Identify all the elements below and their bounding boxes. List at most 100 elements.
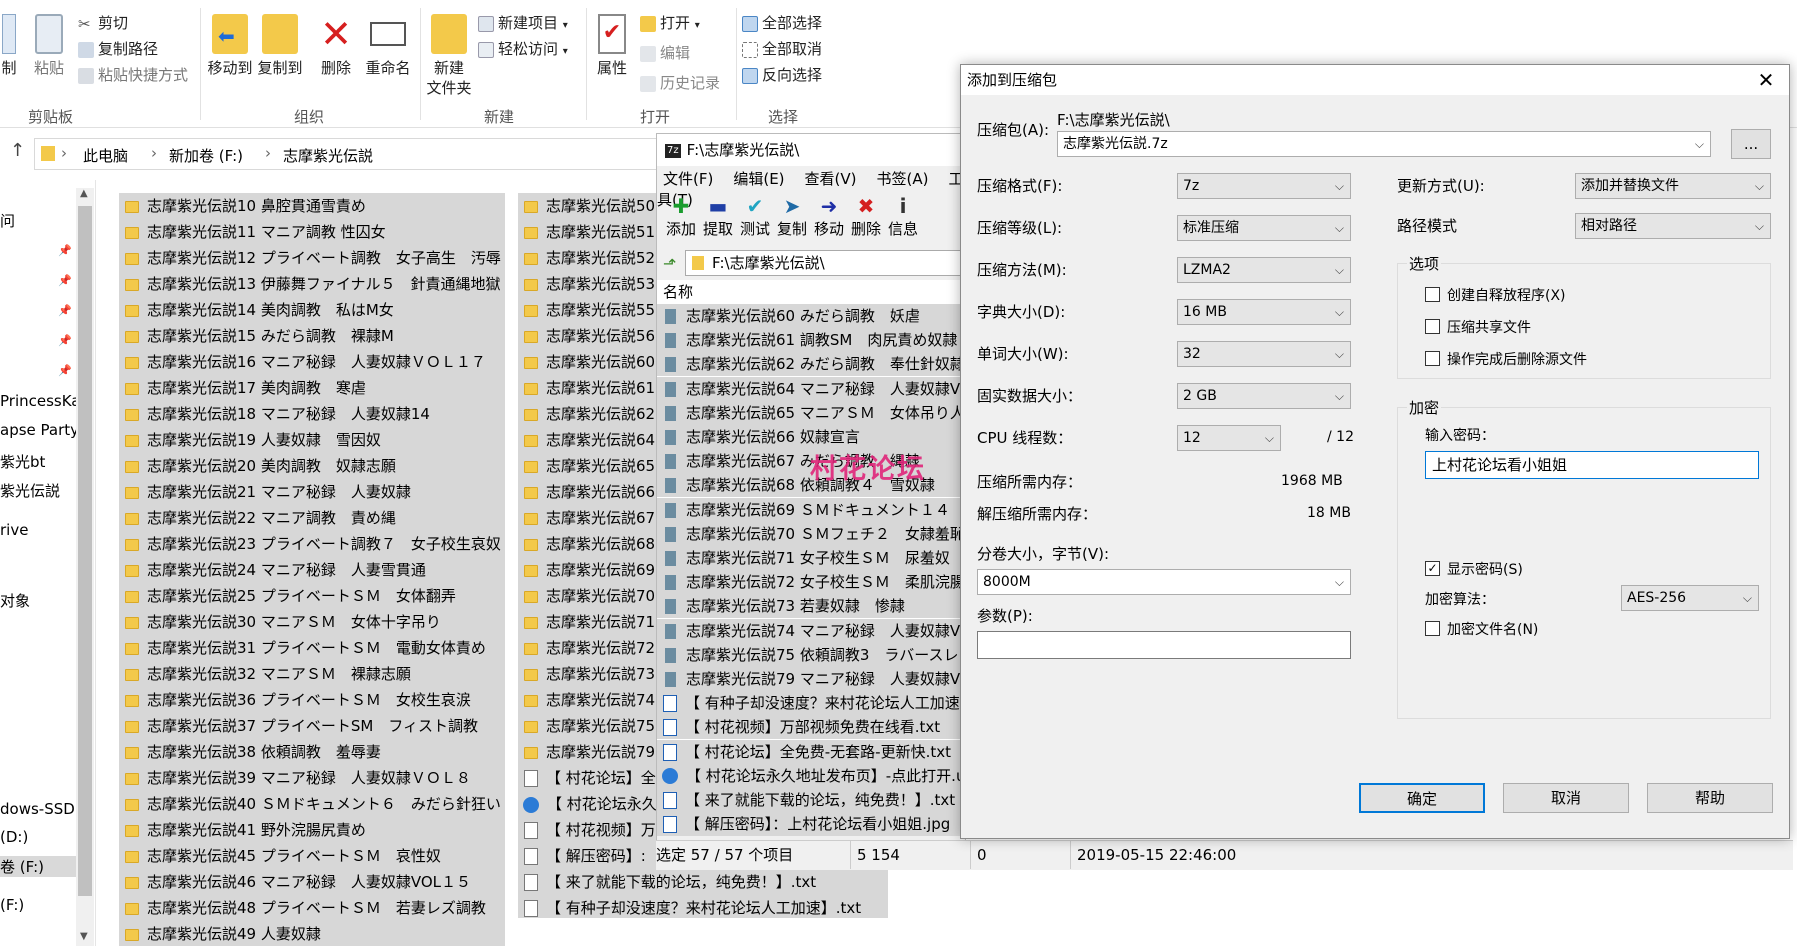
copy-path-button[interactable]: 复制路径 [78,36,158,62]
scroll-down-icon[interactable]: ▼ [80,931,88,942]
toolbar-button-4[interactable]: ➤ 复制 [772,194,812,239]
table-row[interactable]: 志摩紫光伝説60 みだら調教 妖虐 [657,304,965,328]
table-row[interactable]: 志摩紫光伝説73 若妻奴隷 惨隷 [657,594,965,619]
easy-access-button[interactable]: 轻松访问 ▾ [478,36,568,62]
list-item[interactable]: 志摩紫光伝説23 プライベート調教７ 女子校生哀奴 [119,531,505,557]
cut-button[interactable]: ✂ 剪切 [78,10,128,36]
table-row[interactable]: 【 村花视频】万部视频免费在线看.txt [657,715,965,740]
edit-button[interactable]: 编辑 [640,40,690,66]
list-item[interactable]: 志摩紫光伝説18 マニア秘録 人妻奴隷14 [119,401,505,427]
nav-item[interactable]: (F:) [0,896,78,914]
nav-item[interactable]: 对象 [0,590,78,611]
delete-after-checkbox[interactable] [1425,351,1440,366]
menu-view[interactable]: 查看(V) [805,170,857,188]
history-button[interactable]: 历史记录 [640,70,720,96]
breadcrumb-drive[interactable]: 新加卷 (F:) [169,145,243,166]
copy-button[interactable]: 制 [0,14,18,78]
new-item-button[interactable]: 新建项目 ▾ [478,10,568,36]
table-row[interactable]: 志摩紫光伝説70 ＳＭフェチ２ 女隷羞恥 [657,521,965,546]
list-item[interactable]: 志摩紫光伝説24 マニア秘録 人妻雪貫通 [119,557,505,583]
list-item[interactable]: 志摩紫光伝説20 美肉調教 奴隷志願 [119,453,505,479]
list-item[interactable]: 志摩紫光伝説21 マニア秘録 人妻奴隷 [119,479,505,505]
select-none-button[interactable]: 全部取消 [742,36,822,62]
open-button[interactable]: 打开 ▾ [640,10,700,36]
new-folder-button[interactable]: 新建 文件夹 [424,14,474,98]
list-item[interactable]: 志摩紫光伝説32 マニアＳＭ 裸隷志願 [119,661,505,687]
solid-select[interactable]: 2 GB ⌵ [1177,383,1351,409]
properties-button[interactable]: ✔ 属性 [590,14,634,78]
table-row[interactable]: 志摩紫光伝説74 マニア秘録 人妻奴隷V [657,618,965,643]
help-button[interactable]: 帮助 [1647,783,1773,813]
password-input[interactable]: 上村花论坛看小姐姐 [1425,451,1759,479]
list-item[interactable]: 志摩紫光伝説10 鼻腔貫通雪責め [119,193,505,219]
paste-button[interactable]: 粘贴 [26,14,72,78]
toolbar-button-6[interactable]: ✖ 删除 [846,194,886,239]
breadcrumb-this-pc[interactable]: 此电脑 [83,145,128,166]
list-item[interactable]: 志摩紫光伝説46 マニア秘録 人妻奴隷VOL１５ [119,869,505,895]
nav-item[interactable]: apse Party [0,421,78,439]
dict-select[interactable]: 16 MB ⌵ [1177,299,1351,325]
list-item[interactable]: 【 有种子却没速度？来村花论坛人工加速】.txt [518,895,888,921]
table-row[interactable]: 志摩紫光伝説71 女子校生ＳＭ 尿羞奴 [657,546,965,570]
encrypt-names-checkbox[interactable] [1425,621,1440,636]
archive-name-combo[interactable]: 志摩紫光伝説.7z ⌵ [1057,131,1711,157]
pathmode-select[interactable]: 相对路径 ⌵ [1575,213,1771,239]
show-password-checkbox[interactable]: ✓ [1425,561,1440,576]
list-item[interactable]: 志摩紫光伝説48 プライベートＳＭ 若妻レズ調教 [119,895,505,921]
toolbar-button-3[interactable]: ✔ 测试 [735,194,775,239]
nav-item[interactable]: dows-SSD ( [0,800,78,818]
format-select[interactable]: 7z ⌵ [1177,173,1351,199]
list-item[interactable]: 志摩紫光伝説40 ＳＭドキュメント６ みだら針狂い [119,791,505,817]
table-row[interactable]: 【 有种子却没速度？来村花论坛人工加速】 [657,691,965,716]
toolbar-button-1[interactable]: ✚ 添加 [661,194,701,239]
paste-shortcut-button[interactable]: 粘贴快捷方式 [78,62,188,88]
list-item[interactable]: 志摩紫光伝説49 人妻奴隷 [119,921,505,947]
list-item[interactable]: 志摩紫光伝説12 プライベート調教 女子高生 汚辱 [119,245,505,271]
menu-file[interactable]: 文件(F) [663,170,713,188]
browse-button[interactable]: ... [1731,129,1771,159]
table-row[interactable]: 【 村花论坛永久地址发布页】-点此打开.u [657,763,965,788]
ok-button[interactable]: 确定 [1359,783,1485,813]
list-item[interactable]: 志摩紫光伝説37 プライベートSM フィスト調教 [119,713,505,739]
level-select[interactable]: 标准压缩 ⌵ [1177,215,1351,241]
method-select[interactable]: LZMA2 ⌵ [1177,257,1351,283]
word-select[interactable]: 32 ⌵ [1177,341,1351,367]
toolbar-button-5[interactable]: ➜ 移动 [809,194,849,239]
table-row[interactable]: 【 来了就能下载的论坛，纯免费！】.txt [657,788,965,812]
delete-button[interactable]: ✕ 删除 [316,14,356,78]
list-item[interactable]: 志摩紫光伝説41 野外浣腸尻責め [119,817,505,843]
list-item[interactable]: 志摩紫光伝説25 プライベートＳＭ 女体翻弄 [119,583,505,609]
table-row[interactable]: 志摩紫光伝説72 女子校生ＳＭ 柔肌浣腸 [657,570,965,595]
list-item[interactable]: 志摩紫光伝説31 プライベートＳＭ 電動女体責め [119,635,505,661]
scroll-thumb[interactable] [78,206,92,896]
nav-item[interactable]: (D:) [0,828,78,846]
invert-selection-button[interactable]: 反向选择 [742,62,822,88]
nav-item[interactable]: PrincessKa [0,392,78,410]
list-item[interactable]: 志摩紫光伝説13 伊藤舞ファイナル５ 針責通縄地獄 [119,271,505,297]
list-item[interactable]: 志摩紫光伝説16 マニア秘録 人妻奴隷ＶＯＬ１７ [119,349,505,375]
list-item[interactable]: 志摩紫光伝説17 美肉調教 寒虐 [119,375,505,401]
list-item[interactable]: 志摩紫光伝説45 プライベートＳＭ 哀性奴 [119,843,505,869]
table-row[interactable]: 志摩紫光伝説75 依頼調教3 ラバースレ [657,642,965,667]
list-item[interactable]: 志摩紫光伝説38 依頼調教 羞辱妻 [119,739,505,765]
shared-checkbox[interactable] [1425,319,1440,334]
move-to-button[interactable]: ⬅ 移动到 [206,14,254,78]
menu-edit[interactable]: 编辑(E) [733,170,784,188]
breadcrumb-folder[interactable]: 志摩紫光伝説 [283,145,373,166]
menu-bookmarks[interactable]: 书签(A) [877,170,929,188]
nav-item[interactable]: 紫光bt [0,451,78,472]
up-arrow-icon[interactable]: ↑ [10,140,25,161]
table-row[interactable]: 志摩紫光伝説79 マニア秘録 人妻奴隷VI [657,667,965,691]
threads-select[interactable]: 12 ⌵ [1177,425,1281,451]
nav-item[interactable]: rive [0,521,78,539]
nav-item[interactable]: 紫光伝説 [0,480,78,501]
toolbar-button-7[interactable]: i 信息 [883,194,923,239]
close-icon[interactable]: ✕ [1751,65,1781,95]
list-item[interactable]: 志摩紫光伝説19 人妻奴隷 雪因奴 [119,427,505,453]
update-select[interactable]: 添加并替换文件 ⌵ [1575,173,1771,199]
copy-to-button[interactable]: 复制到 [256,14,304,78]
sfx-checkbox[interactable] [1425,287,1440,302]
list-item[interactable]: 志摩紫光伝説39 マニア秘録 人妻奴隷ＶＯＬ８ [119,765,505,791]
nav-item[interactable]: 问 [0,210,78,231]
column-header-name[interactable]: 名称 [657,280,965,304]
